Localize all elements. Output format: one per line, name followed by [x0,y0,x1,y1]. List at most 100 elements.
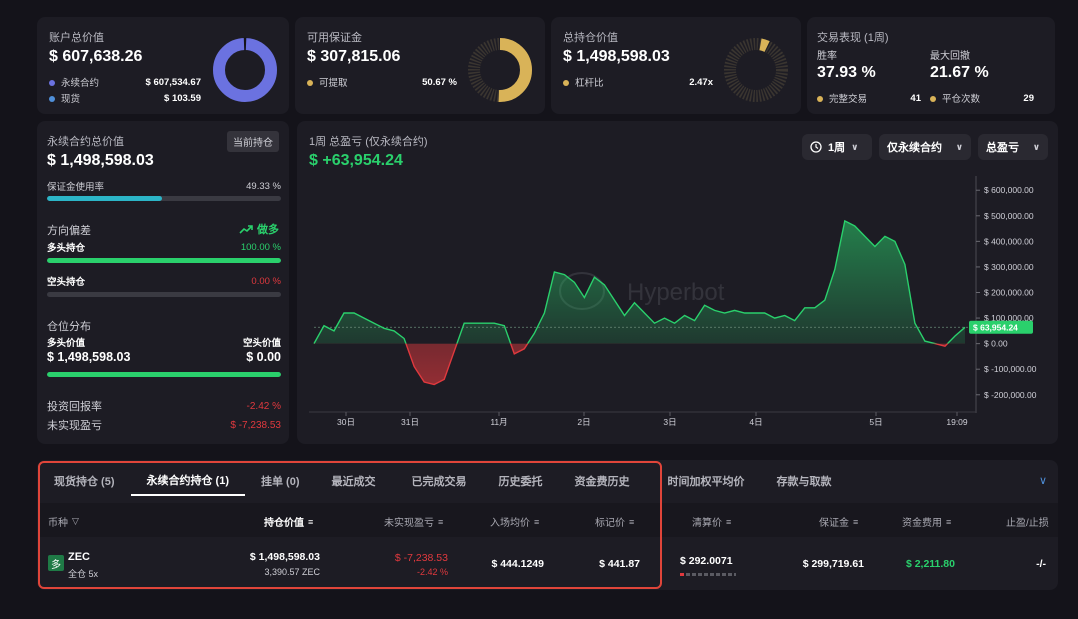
tab-twap[interactable]: 时间加权平均价 [646,466,761,496]
available-margin-value: $ 307,815.06 [307,48,401,65]
pnl-chart-title: 1周 总盈亏 (仅永续合约) [309,136,428,148]
chevron-down-icon: ∨ [1032,141,1040,152]
y-tick-label: $ -200,000.00 [984,390,1037,400]
long-row: 多头持仓 100.00 % [47,240,281,255]
win-rate-label: 胜率 [817,51,837,62]
header-mark-label: 标记价 [595,518,625,529]
header-funding[interactable]: 资金费用 ≡ [902,514,952,530]
unrealized-row: 未实现盈亏 $ -7,238.53 [47,417,281,433]
header-liq-label: 清算价 [692,518,722,529]
collapse-chevron-icon[interactable]: ∨ [1039,474,1047,487]
tab-completed-trades[interactable]: 已完成交易 [392,466,483,496]
long-label: 多头持仓 [47,243,86,254]
long-value: $ 1,498,598.03 [47,350,131,364]
completed-value: 41 [910,92,921,104]
withdrawable-label: 可提取 [319,78,348,89]
header-margin-label: 保证金 [819,518,849,529]
header-margin[interactable]: 保证金 ≡ [819,514,859,530]
y-tick-label: $ 300,000.00 [984,262,1034,272]
roi-value: -2.42 % [246,400,281,412]
header-tpsl-label: 止盈/止损 [1006,518,1049,529]
total-position-card: 总持仓价值 $ 1,498,598.03 杠杆比 2.47x [551,17,801,114]
chevron-down-icon: ∨ [955,141,963,152]
x-tick-label: 11月 [490,417,507,427]
performance-title: 交易表现 (1周) [817,32,889,44]
long-fill [47,258,281,263]
timeframe-label: 1周 [828,142,846,154]
header-liq[interactable]: 清算价 ≡ [692,514,731,530]
spot-dot [49,96,55,103]
tab-spot-holdings[interactable]: 现货持仓 (5) [38,466,131,496]
header-mark[interactable]: 标记价 ≡ [595,514,635,530]
y-tick-label: $ 200,000.00 [984,288,1034,298]
metric-dropdown[interactable]: 总盈亏 ∨ [978,134,1048,160]
leverage-label: 杠杆比 [575,78,604,89]
y-tick-label: $ 600,000.00 [984,185,1034,195]
x-tick-label: 31日 [401,417,419,427]
account-spot-value: $ 103.59 [164,92,201,104]
sort-icon: ≡ [308,516,314,527]
header-entry[interactable]: 入场均价 ≡ [490,514,540,530]
tab-recent-fills[interactable]: 最近成交 [316,466,392,496]
header-coin-label: 币种 [48,518,68,529]
account-value: $ 607,638.26 [49,48,143,65]
x-tick-label: 5日 [869,417,882,427]
tab-open-orders[interactable]: 挂单 (0) [245,466,316,496]
short-pct: 0.00 % [251,275,281,287]
header-coin[interactable]: 币种 ▽ [48,514,79,529]
perp-total-value: $ 1,498,598.03 [47,152,154,169]
clock-icon [810,141,822,153]
entry-price: $ 444.1249 [491,558,544,570]
leverage-value: 2.47x [689,76,713,88]
tab-perp-positions[interactable]: 永续合约持仓 (1) [130,466,245,496]
margin-usage-bar [47,196,281,201]
header-unrealized-pnl[interactable]: 未实现盈亏 ≡ [384,514,443,530]
account-donut [212,37,278,103]
header-entry-label: 入场均价 [490,518,530,529]
x-tick-label: 2日 [577,417,590,427]
total-position-title: 总持仓价值 [563,32,618,44]
win-rate-value: 37.93 % [817,64,876,81]
sort-icon: ≡ [534,516,540,527]
tpsl-value[interactable]: -/- [1036,558,1046,570]
scope-dropdown[interactable]: 仅永续合约 ∨ [879,134,971,160]
withdrawable-dot [307,80,313,87]
account-value-card: 账户总价值 $ 607,638.26 永续合约 $ 607,534.67 现货 … [37,17,289,114]
position-value: $ 1,498,598.03 [249,551,320,563]
tab-deposits-withdrawals[interactable]: 存款与取款 [761,466,848,496]
y-tick-label: $ 400,000.00 [984,236,1034,246]
liquidation-price: $ 292.0071 [680,555,733,567]
x-tick-label: 4日 [749,417,762,427]
sort-icon: ≡ [946,516,952,527]
tab-funding-history[interactable]: 资金费历史 [559,466,646,496]
header-unrealized-pnl-label: 未实现盈亏 [384,518,434,529]
available-margin-card: 可用保证金 $ 307,815.06 可提取 50.67 % [295,17,545,114]
short-bar [47,292,281,297]
account-spot-label: 现货 [61,94,81,105]
coin-symbol[interactable]: ZEC [68,551,90,563]
header-tpsl: 止盈/止损 [1006,514,1049,529]
sort-icon: ≡ [853,516,859,527]
withdrawable-value: 50.67 % [422,76,457,88]
leverage-dot [563,80,569,87]
filter-icon: ▽ [72,516,79,526]
margin-donut [468,38,532,102]
tab-order-history[interactable]: 历史委托 [483,466,559,496]
performance-card: 交易表现 (1周) 胜率 37.93 % 最大回撤 21.67 % 完整交易 4… [807,17,1055,114]
scope-label: 仅永续合约 [887,142,942,154]
total-position-value: $ 1,498,598.03 [563,48,670,65]
unrealized-value: $ -7,238.53 [230,419,281,431]
short-label: 空头持仓 [47,277,86,288]
y-tick-label: $ -100,000.00 [984,364,1037,374]
completed-label: 完整交易 [829,94,868,105]
y-tick-label: $ 0.00 [984,339,1008,349]
x-tick-label: 3日 [663,417,676,427]
sort-icon: ≡ [629,516,635,527]
margin-usage-value: 49.33 % [246,180,281,192]
timeframe-dropdown[interactable]: 1周 ∨ [802,134,872,160]
header-position-value[interactable]: 持仓价值 ≡ [264,514,314,530]
close-label: 平仓次数 [942,94,981,105]
perp-summary-card: 永续合约总价值 当前持仓 $ 1,498,598.03 保证金使用率 49.33… [37,121,289,444]
bias-label: 方向偏差 [47,225,91,237]
current-position-badge[interactable]: 当前持仓 [227,131,279,152]
